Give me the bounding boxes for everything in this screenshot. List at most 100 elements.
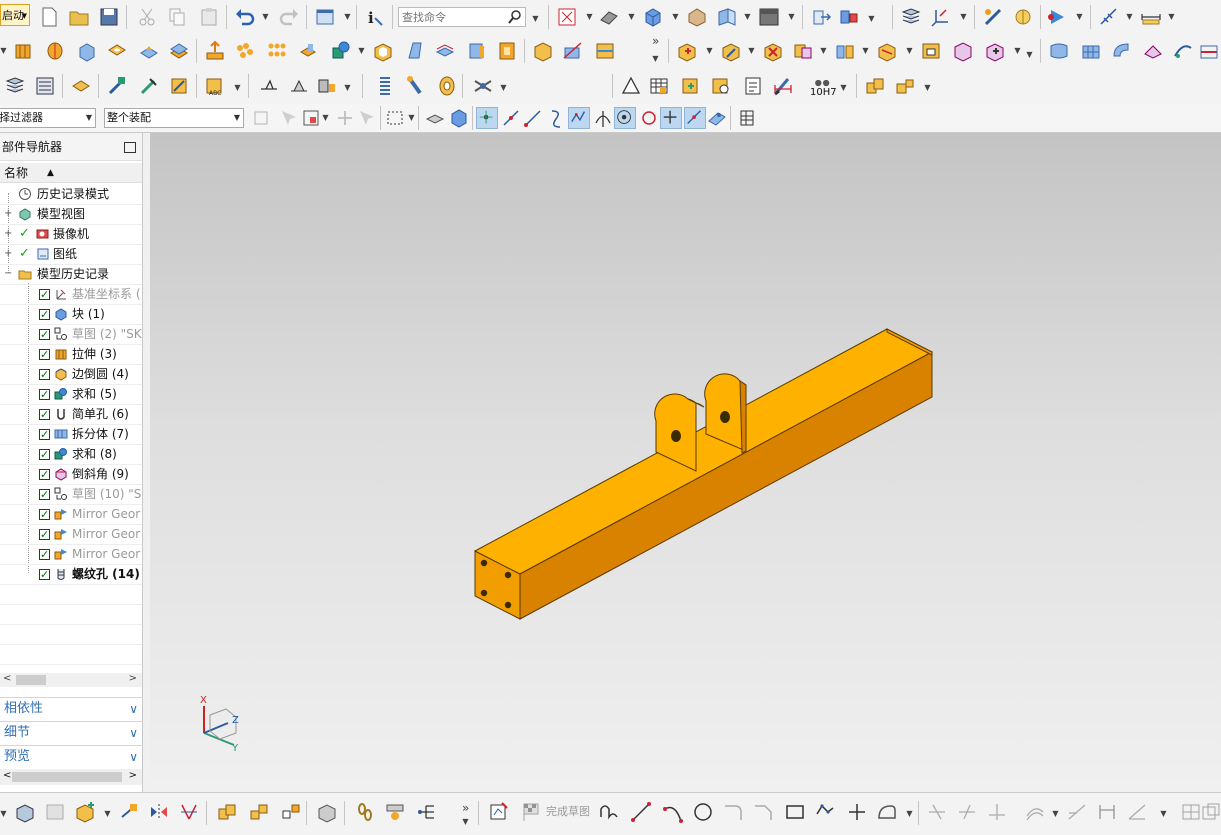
- tube-icon[interactable]: [472, 75, 494, 97]
- feature-row[interactable]: 边倒圆 (4): [0, 364, 142, 385]
- chevron-down-icon[interactable]: ▼: [1168, 6, 1175, 28]
- dimension-icon[interactable]: [1098, 6, 1120, 28]
- feature-tree-icon[interactable]: [416, 801, 438, 823]
- scrollbar-thumb[interactable]: [12, 772, 122, 782]
- selection-scope-select[interactable]: 整个装配 ▼: [104, 108, 244, 128]
- component-array-icon[interactable]: [952, 40, 974, 62]
- chevron-down-icon[interactable]: ▼: [748, 40, 755, 62]
- snap-intersection-icon[interactable]: [592, 107, 614, 129]
- feature-row[interactable]: 螺纹孔 (14): [0, 564, 142, 585]
- shell-tool-icon[interactable]: [372, 40, 394, 62]
- triangle-icon[interactable]: [620, 75, 642, 97]
- assembly-arrangement-icon[interactable]: [894, 75, 916, 97]
- finish-sketch-label[interactable]: 完成草图: [546, 803, 590, 819]
- checkbox[interactable]: [39, 505, 50, 524]
- trim-icon[interactable]: [178, 801, 200, 823]
- snap-point-icon[interactable]: [660, 107, 682, 129]
- layer-settings-icon[interactable]: [900, 6, 922, 28]
- chevron-down-icon[interactable]: ▼: [628, 6, 635, 28]
- graphics-window[interactable]: X Y Z: [150, 133, 1221, 792]
- snap-on-surface-icon[interactable]: [706, 107, 728, 129]
- fit-view-icon[interactable]: [556, 6, 578, 28]
- chevron-down-icon[interactable]: ▼: [652, 48, 659, 70]
- chevron-down-icon[interactable]: ▼: [1160, 803, 1167, 825]
- unite-tool-icon[interactable]: [330, 40, 352, 62]
- motion-joint-icon[interactable]: [384, 801, 406, 823]
- checkbox[interactable]: [39, 565, 50, 584]
- wcs-dynamics-icon[interactable]: [736, 107, 758, 129]
- tree-row[interactable]: − 模型历史记录: [0, 264, 142, 285]
- chevron-down-icon[interactable]: ▼: [234, 77, 241, 99]
- feature-row[interactable]: 块 (1): [0, 304, 142, 325]
- trim-body-icon[interactable]: [562, 40, 584, 62]
- feature-row[interactable]: Mirror Geor: [0, 524, 142, 545]
- chevron-down-icon[interactable]: ▼: [586, 6, 593, 28]
- bom-icon[interactable]: [316, 75, 338, 97]
- chevron-down-icon[interactable]: ▼: [906, 803, 913, 825]
- show-hidden-icon[interactable]: [424, 107, 446, 129]
- scroll-left-icon[interactable]: <: [3, 673, 11, 684]
- sew-icon[interactable]: [1198, 40, 1220, 62]
- feature-row[interactable]: 求和 (8): [0, 444, 142, 465]
- scrollbar-thumb[interactable]: [16, 675, 46, 685]
- checkbox[interactable]: [39, 305, 50, 324]
- document-icon[interactable]: [742, 75, 764, 97]
- reposition-icon[interactable]: [280, 801, 302, 823]
- render-style-icon[interactable]: [598, 6, 620, 28]
- checkbox[interactable]: [39, 465, 50, 484]
- chamfer-sketch-icon[interactable]: [752, 801, 774, 823]
- bearing-icon[interactable]: [436, 75, 458, 97]
- move-component-icon[interactable]: [810, 6, 832, 28]
- copy-icon[interactable]: [166, 6, 188, 28]
- chevron-down-icon[interactable]: ▼: [262, 6, 269, 28]
- chevron-down-icon[interactable]: ▼: [0, 40, 7, 62]
- chevron-down-icon[interactable]: ▼: [358, 40, 365, 62]
- orient-view-icon[interactable]: [642, 6, 664, 28]
- tree-row[interactable]: + 模型视图: [0, 204, 142, 225]
- chevron-down-icon[interactable]: ▼: [672, 6, 679, 28]
- chevron-down-icon[interactable]: ▼: [500, 77, 507, 99]
- chevron-down-icon[interactable]: ▼: [788, 6, 795, 28]
- checkbox[interactable]: [39, 385, 50, 404]
- part-list-icon[interactable]: [710, 75, 732, 97]
- emboss-tool-icon[interactable]: [204, 40, 226, 62]
- type-filter-select[interactable]: 择过滤器 ▼: [0, 108, 96, 128]
- more-icon[interactable]: »: [652, 34, 659, 48]
- table-icon[interactable]: [648, 75, 670, 97]
- section-details[interactable]: 细节 ∨: [0, 721, 142, 743]
- chevron-down-icon[interactable]: ▼: [1052, 803, 1059, 825]
- chevron-down-icon[interactable]: ▼: [322, 107, 329, 129]
- finish-sketch-flag-icon[interactable]: [520, 801, 542, 823]
- angular-dimension-icon[interactable]: [1126, 801, 1148, 823]
- rapid-dimension-icon[interactable]: [1096, 801, 1118, 823]
- feature-row[interactable]: 求和 (5): [0, 384, 142, 405]
- feature-row[interactable]: 拉伸 (3): [0, 344, 142, 365]
- assembly-constraint-icon[interactable]: [216, 801, 238, 823]
- chevron-down-icon[interactable]: ▼: [924, 77, 931, 99]
- arc-icon[interactable]: [662, 801, 684, 823]
- trim-sheet-icon[interactable]: [1142, 40, 1164, 62]
- quick-extend-icon[interactable]: [956, 801, 978, 823]
- pin-icon[interactable]: [404, 75, 426, 97]
- snap-midpoint-icon[interactable]: [522, 107, 544, 129]
- info-icon[interactable]: i: [364, 6, 386, 28]
- pad-tool-icon[interactable]: [138, 40, 160, 62]
- checkmark-icon[interactable]: ✓: [19, 224, 30, 244]
- wave-link-icon[interactable]: [920, 40, 942, 62]
- select-all-icon[interactable]: [278, 107, 300, 129]
- assembly-sequence-icon[interactable]: [864, 75, 886, 97]
- polygon-icon[interactable]: [814, 801, 836, 823]
- mirror-icon[interactable]: [148, 801, 170, 823]
- background-icon[interactable]: [758, 6, 780, 28]
- save-icon[interactable]: [98, 6, 120, 28]
- select-body-icon[interactable]: [448, 107, 470, 129]
- geometric-constraints-icon[interactable]: [1066, 801, 1088, 823]
- drafting-icon[interactable]: [316, 801, 338, 823]
- surface-icon[interactable]: [1048, 40, 1070, 62]
- check-clearance-icon[interactable]: [984, 40, 1006, 62]
- chevron-down-icon[interactable]: ▼: [344, 6, 351, 28]
- search-icon[interactable]: [507, 8, 523, 26]
- cut-icon[interactable]: [136, 6, 158, 28]
- undo-icon[interactable]: [234, 6, 256, 28]
- checkbox[interactable]: [39, 285, 50, 304]
